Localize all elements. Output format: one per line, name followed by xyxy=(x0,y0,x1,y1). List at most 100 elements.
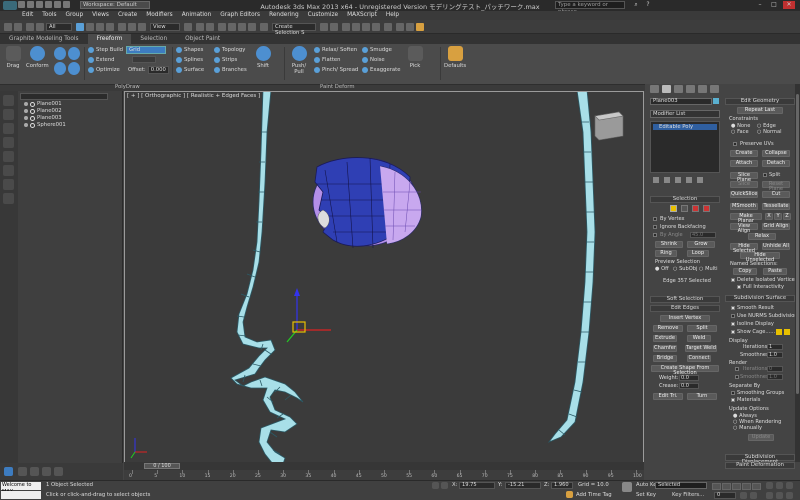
y-coordinate-field[interactable]: -15.21 xyxy=(505,482,541,489)
maxscript-listener[interactable]: Welcome to MAX xyxy=(1,482,41,495)
element-level-icon[interactable] xyxy=(703,205,710,212)
visibility-icon[interactable] xyxy=(24,116,28,120)
redo-icon[interactable] xyxy=(14,23,22,31)
constraint-face-radio[interactable]: ○ Face xyxy=(731,129,749,135)
key-mode-toggle-icon[interactable] xyxy=(740,492,747,499)
noise-button[interactable]: Noise xyxy=(362,56,385,64)
go-to-end-icon[interactable] xyxy=(752,483,761,490)
display-iterations-spinner[interactable]: 1 xyxy=(767,344,783,350)
pan-icon[interactable] xyxy=(776,492,783,499)
connect-button[interactable]: Connect xyxy=(687,355,711,362)
preserve-uvs-checkbox[interactable] xyxy=(733,142,737,146)
align-icon[interactable] xyxy=(330,23,338,31)
hide-selected-button[interactable]: Hide Selected xyxy=(730,243,758,254)
current-frame-field[interactable]: 0 xyxy=(714,492,736,499)
menu-edit[interactable]: Edit xyxy=(22,11,33,20)
display-all-icon[interactable] xyxy=(3,109,14,120)
relax-button[interactable]: Relax xyxy=(748,233,776,240)
display-geometry-icon[interactable] xyxy=(3,123,14,134)
search-icon[interactable]: ⌕ xyxy=(630,1,642,9)
pick-button[interactable]: Pick xyxy=(404,46,426,69)
defaults-button[interactable]: Defaults xyxy=(444,46,466,69)
schematic-view-icon[interactable] xyxy=(372,23,380,31)
display-tab-icon[interactable] xyxy=(698,85,707,93)
set-key-icon[interactable] xyxy=(622,482,632,492)
topology-button[interactable]: Topology xyxy=(214,46,245,54)
angle-snap-icon[interactable] xyxy=(228,23,236,31)
window-crossing-icon[interactable] xyxy=(106,23,114,31)
cage-color-swatch[interactable] xyxy=(776,329,782,335)
preview-off-radio[interactable]: ● Off xyxy=(655,266,669,272)
viewcube[interactable] xyxy=(594,111,624,141)
menu-views[interactable]: Views xyxy=(92,11,109,20)
explorer-mode-icon[interactable] xyxy=(4,467,13,476)
surface-button[interactable]: Surface xyxy=(176,66,204,74)
remove-button[interactable]: Remove xyxy=(653,325,683,332)
tab-graphite-modeling-tools[interactable]: Graphite Modeling Tools xyxy=(0,34,88,44)
spinner-snap-icon[interactable] xyxy=(248,23,256,31)
menu-maxscript[interactable]: MAXScript xyxy=(347,11,377,20)
reference-coordinate-dropdown[interactable]: View xyxy=(150,23,180,31)
set-key-button[interactable]: Set Key xyxy=(636,492,656,498)
rotate-icon[interactable] xyxy=(128,23,136,31)
repeat-last-button[interactable]: Repeat Last xyxy=(737,107,783,114)
select-manipulate-icon[interactable] xyxy=(196,23,204,31)
target-weld-button[interactable]: Target Weld xyxy=(685,345,717,352)
collapse-button[interactable]: Collapse xyxy=(762,150,790,157)
optimize-button[interactable]: Optimize xyxy=(88,66,120,74)
by-angle-spinner[interactable]: 45.0 xyxy=(690,232,716,238)
display-helpers-icon[interactable] xyxy=(3,179,14,190)
scene-item-plane003[interactable]: Plane003 xyxy=(24,115,62,121)
render-iterations-checkbox[interactable] xyxy=(735,367,739,371)
time-tag-icon[interactable] xyxy=(566,491,573,498)
make-unique-icon[interactable] xyxy=(675,177,681,183)
close-icon[interactable]: ✕ xyxy=(783,1,795,9)
draw-on-dropdown[interactable]: Grid xyxy=(126,46,166,54)
curve-editor-icon[interactable] xyxy=(362,23,370,31)
lock-selection-icon[interactable] xyxy=(432,482,439,489)
mirror-icon[interactable] xyxy=(320,23,328,31)
move-icon[interactable] xyxy=(118,23,126,31)
sort-icon[interactable] xyxy=(18,467,27,476)
render-production-icon[interactable] xyxy=(416,23,424,31)
group-paint-deform[interactable]: Paint Deform xyxy=(320,84,354,90)
chamfer-button[interactable]: Chamfer xyxy=(653,345,677,352)
scene-explorer-find-input[interactable] xyxy=(20,93,108,100)
utilities-tab-icon[interactable] xyxy=(710,85,719,93)
make-planar-button[interactable]: Make Planar xyxy=(730,213,762,224)
zoom-all-icon[interactable] xyxy=(776,482,783,489)
loop-button[interactable]: Loop xyxy=(687,250,709,257)
zoom-extents-icon[interactable] xyxy=(786,482,793,489)
scene-item-sphere001[interactable]: Sphere001 xyxy=(24,122,66,128)
materials-checkbox[interactable] xyxy=(731,398,735,402)
remove-modifier-icon[interactable] xyxy=(686,177,692,183)
search-input[interactable]: Type a keyword or phrase xyxy=(555,1,625,15)
link-icon[interactable] xyxy=(26,23,34,31)
rollout-subdivision-displacement[interactable]: Subdivision Displacement xyxy=(725,454,795,465)
relax-soften-button[interactable]: Relax/ Soften xyxy=(314,46,357,54)
rollout-edit-geometry[interactable]: Edit Geometry xyxy=(725,98,795,105)
select-by-name-icon[interactable] xyxy=(86,23,94,31)
reset-plane-button[interactable]: Reset Plane xyxy=(762,181,790,192)
rollout-selection[interactable]: Selection xyxy=(650,196,720,203)
percent-snap-icon[interactable] xyxy=(238,23,246,31)
extrude-button[interactable]: Extrude xyxy=(653,335,677,342)
menu-graph-editors[interactable]: Graph Editors xyxy=(220,11,260,20)
weight-spinner[interactable]: 0.0 xyxy=(679,375,699,381)
cut-button[interactable]: Cut xyxy=(762,191,790,198)
rollout-edit-edges[interactable]: Edit Edges xyxy=(650,305,720,312)
snaps-toggle-icon[interactable] xyxy=(218,23,226,31)
display-lights-icon[interactable] xyxy=(3,151,14,162)
update-manually-radio[interactable]: ○ Manually xyxy=(733,425,762,431)
rollout-paint-deformation[interactable]: Paint Deformation xyxy=(725,462,795,469)
grid-align-button[interactable]: Grid Align xyxy=(762,223,790,230)
update-button[interactable]: Update xyxy=(748,434,774,441)
branches-button[interactable]: Branches xyxy=(214,66,247,74)
msmooth-button[interactable]: MSmooth xyxy=(730,203,758,210)
grow-button[interactable]: Grow xyxy=(687,241,715,248)
rendered-frame-icon[interactable] xyxy=(406,23,414,31)
cage-selection-color-swatch[interactable] xyxy=(784,329,790,335)
menu-modifiers[interactable]: Modifiers xyxy=(146,11,172,20)
display-spacewarps-icon[interactable] xyxy=(3,193,14,204)
layer-manager-icon[interactable] xyxy=(342,23,350,31)
